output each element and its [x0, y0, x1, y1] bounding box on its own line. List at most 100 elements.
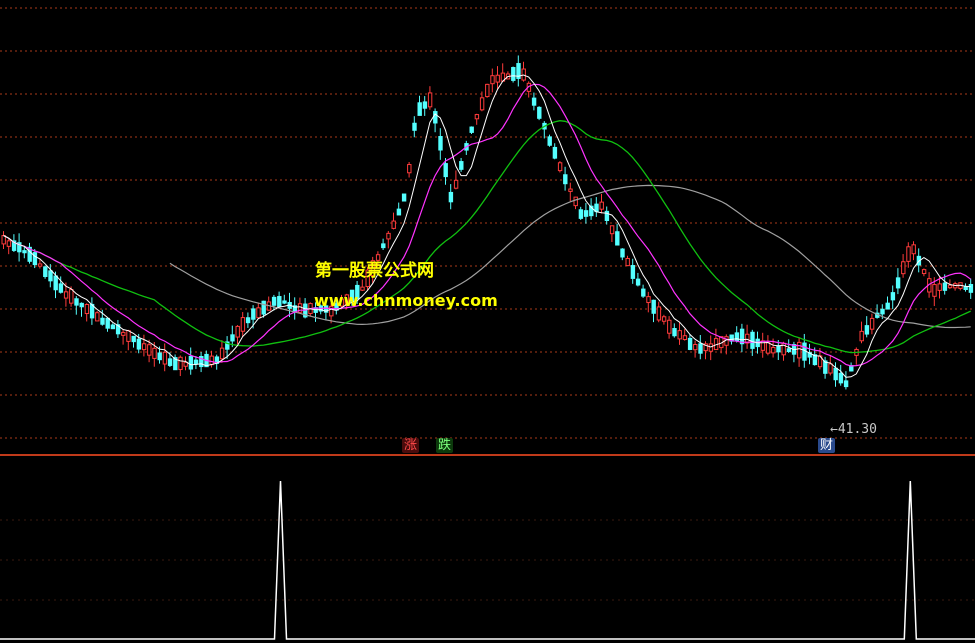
candle[interactable]: [578, 206, 584, 220]
candle[interactable]: [547, 134, 552, 147]
candle[interactable]: [110, 323, 116, 330]
candle[interactable]: [438, 128, 443, 160]
candle[interactable]: [417, 95, 422, 116]
candle[interactable]: [412, 116, 417, 138]
candle[interactable]: [843, 371, 849, 390]
candle[interactable]: [1, 231, 6, 249]
candle[interactable]: [901, 254, 906, 278]
candle[interactable]: [599, 193, 604, 214]
candle[interactable]: [656, 301, 662, 323]
candle[interactable]: [105, 317, 110, 332]
candle[interactable]: [271, 294, 277, 311]
candle[interactable]: [869, 313, 875, 335]
candle[interactable]: [641, 284, 646, 298]
candle[interactable]: [427, 86, 433, 110]
candle[interactable]: [609, 225, 615, 243]
candle[interactable]: [511, 66, 516, 83]
candle[interactable]: [422, 96, 428, 116]
candle[interactable]: [646, 291, 651, 313]
candle[interactable]: [84, 303, 90, 322]
candle[interactable]: [505, 71, 511, 80]
candle[interactable]: [141, 334, 147, 357]
candle[interactable]: [453, 170, 459, 190]
candle[interactable]: [719, 336, 724, 354]
candle[interactable]: [724, 334, 729, 355]
candle[interactable]: [797, 337, 802, 367]
candle[interactable]: [490, 68, 495, 93]
candle[interactable]: [459, 157, 464, 172]
candle[interactable]: [693, 340, 698, 358]
candle[interactable]: [713, 328, 719, 351]
candle[interactable]: [708, 335, 714, 361]
candle[interactable]: [79, 302, 84, 317]
candle[interactable]: [537, 106, 542, 121]
candle[interactable]: [885, 296, 890, 310]
candle[interactable]: [43, 265, 48, 279]
down-marker[interactable]: 跌: [436, 438, 454, 453]
candle[interactable]: [552, 143, 558, 160]
candle[interactable]: [266, 296, 272, 311]
candle[interactable]: [568, 182, 573, 202]
candle[interactable]: [162, 343, 168, 372]
candle[interactable]: [615, 223, 620, 246]
candle[interactable]: [625, 255, 630, 267]
candle[interactable]: [739, 323, 745, 353]
candle[interactable]: [235, 325, 240, 345]
candle[interactable]: [698, 335, 703, 360]
candle[interactable]: [391, 212, 396, 230]
candle[interactable]: [121, 329, 126, 345]
candle[interactable]: [968, 278, 974, 299]
candle[interactable]: [292, 297, 298, 320]
candle[interactable]: [126, 329, 131, 351]
candle[interactable]: [890, 285, 896, 310]
candle[interactable]: [958, 282, 963, 291]
candle[interactable]: [557, 161, 563, 173]
candle[interactable]: [6, 238, 12, 255]
candle[interactable]: [765, 335, 771, 356]
candle[interactable]: [630, 258, 636, 284]
candle[interactable]: [687, 334, 693, 351]
candle[interactable]: [672, 323, 677, 338]
candle[interactable]: [703, 341, 708, 360]
candle[interactable]: [963, 283, 968, 292]
candle[interactable]: [667, 316, 672, 339]
candle[interactable]: [594, 197, 599, 217]
candle[interactable]: [495, 66, 500, 90]
candle[interactable]: [396, 202, 402, 216]
candle[interactable]: [381, 238, 386, 251]
candlesticks[interactable]: [1, 55, 974, 390]
candle[interactable]: [635, 272, 641, 287]
candle[interactable]: [854, 347, 859, 365]
candle[interactable]: [921, 268, 927, 277]
candle[interactable]: [786, 339, 792, 354]
candle[interactable]: [485, 83, 490, 98]
candle[interactable]: [448, 184, 454, 210]
candle[interactable]: [953, 281, 958, 291]
candle[interactable]: [500, 63, 506, 82]
candle[interactable]: [906, 242, 911, 268]
candle[interactable]: [895, 268, 901, 295]
candle[interactable]: [386, 230, 391, 249]
candle[interactable]: [74, 296, 79, 315]
candle[interactable]: [573, 196, 578, 210]
candle[interactable]: [781, 341, 786, 361]
candle[interactable]: [745, 324, 750, 349]
candle[interactable]: [859, 321, 864, 344]
candle[interactable]: [760, 332, 766, 358]
candle[interactable]: [204, 350, 209, 368]
candle[interactable]: [95, 311, 100, 322]
candle[interactable]: [199, 351, 204, 373]
candle[interactable]: [661, 314, 667, 325]
candle[interactable]: [401, 193, 407, 202]
candle[interactable]: [188, 347, 194, 375]
candle[interactable]: [563, 166, 568, 191]
candle[interactable]: [360, 279, 365, 292]
candle[interactable]: [516, 55, 521, 87]
candle[interactable]: [245, 312, 251, 328]
candle[interactable]: [838, 364, 844, 386]
candle[interactable]: [531, 92, 537, 111]
candle[interactable]: [178, 355, 183, 377]
up-marker[interactable]: 涨: [402, 438, 420, 453]
candle[interactable]: [604, 206, 610, 225]
candle[interactable]: [48, 264, 53, 288]
